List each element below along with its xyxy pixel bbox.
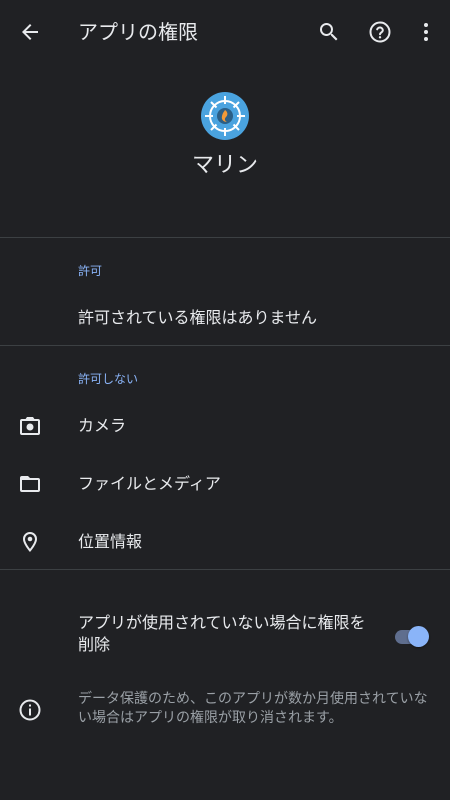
allowed-empty-text: 許可されている権限はありません — [78, 308, 318, 327]
permission-item-label: カメラ — [78, 416, 127, 435]
back-button[interactable] — [14, 16, 46, 48]
permission-item-files-media[interactable]: ファイルとメディア — [0, 456, 450, 512]
divider — [0, 345, 450, 346]
page-title: アプリの権限 — [78, 20, 198, 44]
permission-item-camera[interactable]: カメラ — [0, 398, 450, 454]
permission-item-location[interactable]: 位置情報 — [0, 514, 450, 570]
remove-permissions-label: アプリが使用されていない場合に権限を削除 — [78, 613, 366, 654]
ship-wheel-icon — [202, 93, 248, 139]
folder-icon — [16, 470, 44, 498]
toggle-thumb — [408, 626, 429, 647]
divider — [0, 237, 450, 238]
info-text: データ保護のため、このアプリが数か月使用されていない場合はアプリの権限が取り消さ… — [78, 691, 428, 726]
section-label-allowed: 許可 — [78, 264, 103, 278]
search-icon — [320, 23, 338, 41]
app-icon — [201, 92, 249, 140]
camera-icon — [16, 412, 44, 440]
permission-item-label: ファイルとメディア — [78, 474, 221, 493]
help-icon — [369, 21, 391, 43]
app-permissions-screen: アプリの権限 マリン 許可 許可されている権限はありません 許可しない カメラ … — [0, 0, 450, 800]
top-app-bar: アプリの権限 — [0, 0, 450, 64]
app-name: マリン — [191, 153, 258, 178]
info-icon — [16, 696, 44, 724]
search-button[interactable] — [313, 16, 345, 48]
allowed-empty-row: 許可されている権限はありません — [0, 290, 450, 346]
location-icon — [16, 528, 44, 556]
permission-item-label: 位置情報 — [78, 532, 143, 551]
arrow-back-icon — [22, 24, 38, 40]
remove-permissions-toggle[interactable] — [395, 624, 431, 648]
more-options-button[interactable] — [410, 16, 442, 48]
help-button[interactable] — [364, 16, 396, 48]
remove-permissions-row[interactable]: アプリが使用されていない場合に権限を削除 — [0, 612, 450, 660]
more-vert-icon — [424, 23, 428, 41]
section-label-not-allowed: 許可しない — [78, 372, 139, 386]
divider — [0, 569, 450, 570]
info-row: データ保護のため、このアプリが数か月使用されていない場合はアプリの権限が取り消さ… — [0, 690, 450, 730]
app-header: マリン — [0, 92, 450, 180]
